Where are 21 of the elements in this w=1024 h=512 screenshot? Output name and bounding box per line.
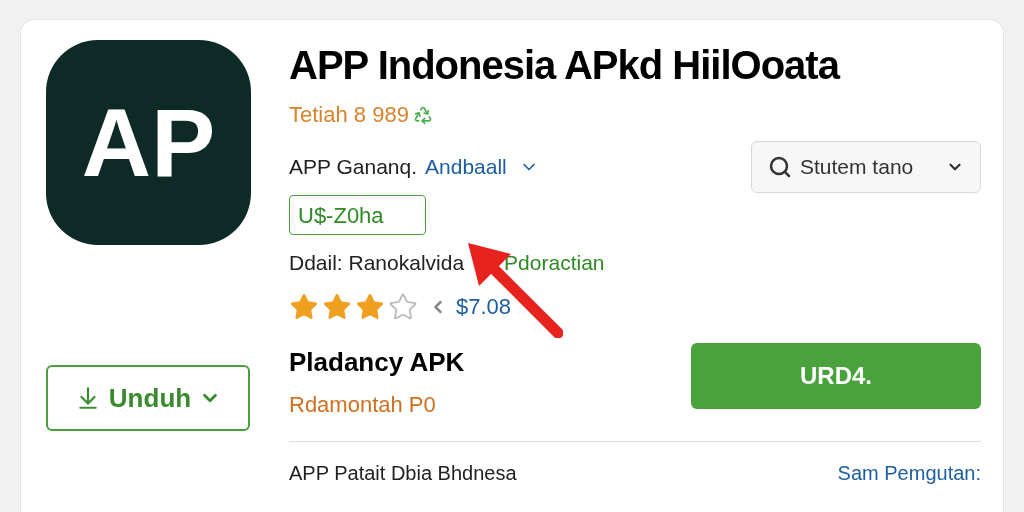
price-text: $7.08 bbox=[456, 293, 512, 321]
price-badge: U$-Z0ha bbox=[289, 194, 426, 235]
app-title: APP Indonesia APkd HiilOoata bbox=[289, 42, 841, 89]
search-button[interactable]: Stutem tano bbox=[751, 141, 981, 193]
recycle-icon bbox=[412, 104, 433, 125]
category-link[interactable]: Andbaall bbox=[425, 151, 507, 183]
footer-link[interactable]: Sam Pemgutan: bbox=[837, 458, 981, 488]
logo-text: AP bbox=[80, 87, 217, 198]
star-icon bbox=[355, 291, 385, 322]
developer-text: APP Gananq. bbox=[289, 154, 418, 180]
footer-text: APP Patait Dbia Bhdnesa bbox=[289, 461, 517, 486]
star-icon bbox=[289, 291, 319, 322]
detail-value: Pdoractian bbox=[504, 249, 605, 276]
package-name: Pladancy APK bbox=[289, 346, 465, 379]
star-icon bbox=[388, 291, 418, 322]
detail-text: Ddail: Ranokalvida bbox=[289, 249, 465, 276]
search-icon bbox=[768, 155, 792, 179]
star-icon bbox=[322, 291, 352, 322]
app-subtitle: Tetiah 8 989 bbox=[289, 101, 409, 129]
package-note: Rdamontah P0 bbox=[289, 391, 437, 419]
download-button[interactable]: Unduh bbox=[46, 365, 250, 431]
